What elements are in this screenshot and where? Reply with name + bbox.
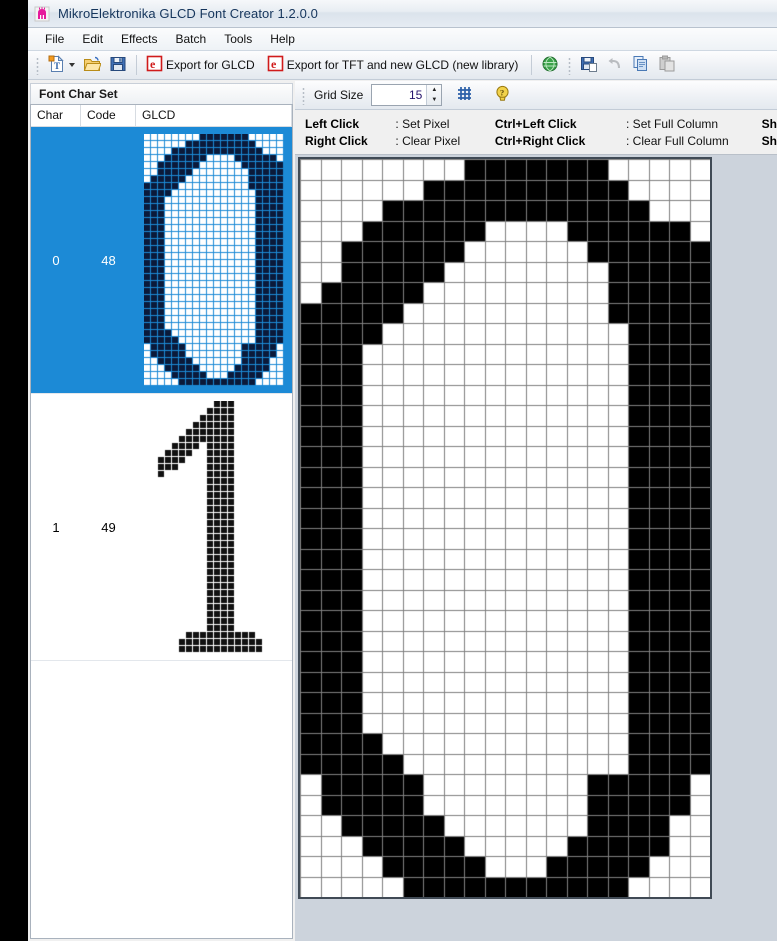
application-window: MikroElektronika GLCD Font Creator 1.2.0… — [28, 0, 777, 941]
grid-size-input[interactable] — [372, 85, 427, 105]
column-header-code: Code — [81, 105, 136, 126]
export-for-glcd-label: Export for GLCD — [166, 58, 255, 72]
save-button[interactable] — [105, 52, 131, 78]
menu-item-batch[interactable]: Batch — [167, 30, 216, 48]
paste-button[interactable] — [654, 52, 680, 78]
spinner-down-icon[interactable]: ▼ — [427, 95, 441, 105]
toolbar-gripper-2[interactable] — [566, 55, 574, 75]
toolbar-separator-2 — [531, 55, 533, 75]
column-header-char: Char — [31, 105, 81, 126]
toolbar-gripper-3[interactable] — [300, 85, 307, 105]
globe-icon — [541, 55, 559, 76]
open-folder-icon — [83, 55, 102, 76]
app-logo-icon — [34, 6, 50, 22]
menu-item-effects[interactable]: Effects — [112, 30, 166, 48]
font-char-set-title: Font Char Set — [30, 83, 293, 104]
copy-icon — [632, 55, 650, 76]
table-row[interactable]: 1 49 — [31, 394, 292, 661]
chevron-down-icon[interactable] — [69, 63, 75, 67]
hint-row-left: Left Click : Set Pixel Ctrl+Left Click :… — [305, 115, 777, 132]
web-button[interactable] — [537, 52, 563, 78]
row-glcd-preview — [136, 127, 292, 393]
menu-item-tools[interactable]: Tools — [215, 30, 261, 48]
window-title: MikroElektronika GLCD Font Creator 1.2.0… — [58, 6, 318, 21]
toolbar-separator-1 — [136, 55, 137, 75]
hint-value-set-pixel: : Set Pixel — [395, 116, 450, 131]
glyph-preview-zero — [144, 134, 284, 386]
export-for-tft-button[interactable]: e Export for TFT and new GLCD (new libra… — [263, 52, 527, 78]
copy-button[interactable] — [628, 52, 654, 78]
undo-arrow-icon — [606, 55, 624, 76]
row-char-value: 0 — [52, 252, 60, 268]
export-for-glcd-button[interactable]: e Export for GLCD — [142, 52, 263, 78]
row-glcd-preview — [136, 394, 292, 660]
menu-item-edit[interactable]: Edit — [73, 30, 112, 48]
menu-item-help[interactable]: Help — [261, 30, 304, 48]
row-code-value: 49 — [101, 519, 116, 535]
hint-row-right: Right Click : Clear Pixel Ctrl+Right Cli… — [305, 132, 777, 149]
new-font-icon: T — [48, 54, 66, 76]
grid-toggle-icon — [456, 85, 473, 105]
save-as-button[interactable] — [576, 52, 602, 78]
menu-item-file[interactable]: File — [36, 30, 73, 48]
main-toolbar: T e Export for GLCD e Export for TFT and… — [28, 51, 777, 80]
table-row[interactable]: 0 48 — [31, 127, 292, 394]
editor-panel: Grid Size ▲ ▼ — [295, 81, 777, 941]
mouse-hints: Left Click : Set Pixel Ctrl+Left Click :… — [295, 110, 777, 155]
title-bar: MikroElektronika GLCD Font Creator 1.2.0… — [28, 0, 777, 28]
undo-button[interactable] — [602, 52, 628, 78]
pixel-editor-canvas[interactable] — [298, 157, 712, 899]
export-for-tft-label: Export for TFT and new GLCD (new library… — [286, 58, 519, 72]
new-font-button[interactable]: T — [44, 52, 79, 78]
export-e-icon: e — [146, 55, 163, 75]
char-set-grid: Char Code GLCD 0 48 1 49 — [30, 104, 293, 939]
pixel-editor-area — [295, 155, 777, 941]
hint-key-ctrl-left-click: Ctrl+Left Click — [494, 116, 577, 131]
save-disk-icon — [109, 55, 127, 76]
svg-text:T: T — [54, 61, 60, 71]
hint-value-clear-column: : Clear Full Column — [626, 133, 729, 148]
toggle-grid-button[interactable] — [448, 82, 480, 108]
svg-text:e: e — [150, 57, 156, 71]
hint-value-clear-pixel: : Clear Pixel — [395, 133, 461, 148]
help-button[interactable]: ? — [486, 82, 518, 108]
hint-key-shift-truncated: Sh — [761, 133, 777, 148]
menu-bar: File Edit Effects Batch Tools Help — [28, 28, 777, 51]
glyph-preview-one — [144, 401, 284, 653]
svg-text:?: ? — [500, 87, 504, 97]
hint-key-shift-truncated: Sh — [761, 116, 777, 131]
grid-size-spin-buttons[interactable]: ▲ ▼ — [426, 85, 442, 105]
grid-size-stepper[interactable]: ▲ ▼ — [371, 84, 443, 106]
export-e-icon: e — [267, 55, 284, 75]
char-set-column-headers: Char Code GLCD — [31, 105, 292, 127]
paste-icon — [658, 55, 676, 76]
save-as-icon — [580, 55, 598, 76]
hint-key-ctrl-right-click: Ctrl+Right Click — [494, 133, 586, 148]
row-char-value: 1 — [52, 519, 60, 535]
main-body: Font Char Set Char Code GLCD 0 48 1 49 G… — [28, 81, 777, 941]
toolbar-gripper[interactable] — [34, 55, 41, 75]
hint-key-left-click: Left Click — [305, 116, 360, 131]
grid-size-label: Grid Size — [314, 88, 364, 102]
hint-key-right-click: Right Click — [305, 133, 368, 148]
row-code-value: 48 — [101, 252, 116, 268]
help-bulb-icon: ? — [494, 85, 511, 105]
column-header-glcd: GLCD — [136, 105, 292, 126]
open-button[interactable] — [79, 52, 105, 78]
svg-text:e: e — [271, 57, 277, 71]
hint-value-set-column: : Set Full Column — [626, 116, 719, 131]
font-char-set-panel: Font Char Set Char Code GLCD 0 48 1 49 — [28, 81, 295, 941]
spinner-up-icon[interactable]: ▲ — [427, 85, 441, 95]
char-set-rows: 0 48 1 49 — [31, 127, 292, 938]
grid-size-toolbar: Grid Size ▲ ▼ — [295, 81, 777, 110]
